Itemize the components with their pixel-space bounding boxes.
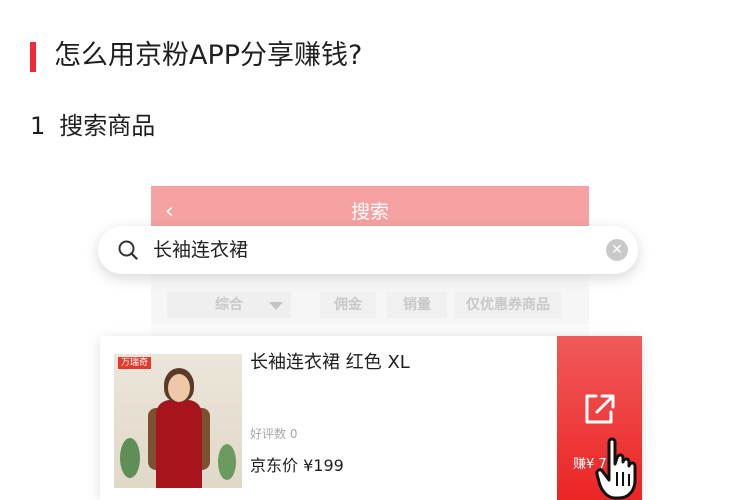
step-title: 搜索商品 [59, 112, 156, 140]
clear-icon[interactable]: ✕ [606, 239, 628, 261]
product-name[interactable]: 长袖连衣裙 红色 XL [250, 350, 410, 376]
filter-coupon-only[interactable]: 仅优惠券商品 [455, 292, 561, 318]
product-reviews: 好评数 0 [250, 427, 298, 441]
filter-sales[interactable]: 销量 [387, 292, 447, 318]
filter-all[interactable]: 综合 [167, 292, 291, 318]
product-card[interactable]: 万瑞奇 长袖连衣裙 红色 XL 好评数 0 京东价 ¥199 赚¥ 7 [100, 336, 642, 500]
product-image[interactable]: 万瑞奇 [114, 354, 242, 488]
search-input[interactable]: 长袖连衣裙 [153, 238, 248, 262]
plant-decoration [218, 444, 236, 480]
plant-decoration [120, 438, 140, 478]
caret-down-icon [269, 302, 283, 310]
share-icon [585, 394, 615, 424]
model-dress [156, 400, 202, 488]
step-heading: 1 搜索商品 [30, 110, 155, 142]
filter-commission[interactable]: 佣金 [320, 292, 376, 318]
search-bar[interactable]: 长袖连衣裙 ✕ [98, 226, 638, 274]
search-icon [118, 240, 138, 260]
model-face [168, 374, 190, 402]
step-number: 1 [30, 112, 46, 140]
filter-bar: 综合 佣金 销量 仅优惠券商品 [151, 284, 589, 324]
header-title: 搜索 [350, 201, 389, 223]
article-title: 怎么用京粉APP分享赚钱? [54, 40, 363, 71]
brand-logo: 万瑞奇 [118, 357, 152, 369]
hand-pointer-icon [595, 437, 637, 500]
title-accent-bar [30, 42, 36, 72]
product-price: 京东价 ¥199 [250, 456, 344, 475]
